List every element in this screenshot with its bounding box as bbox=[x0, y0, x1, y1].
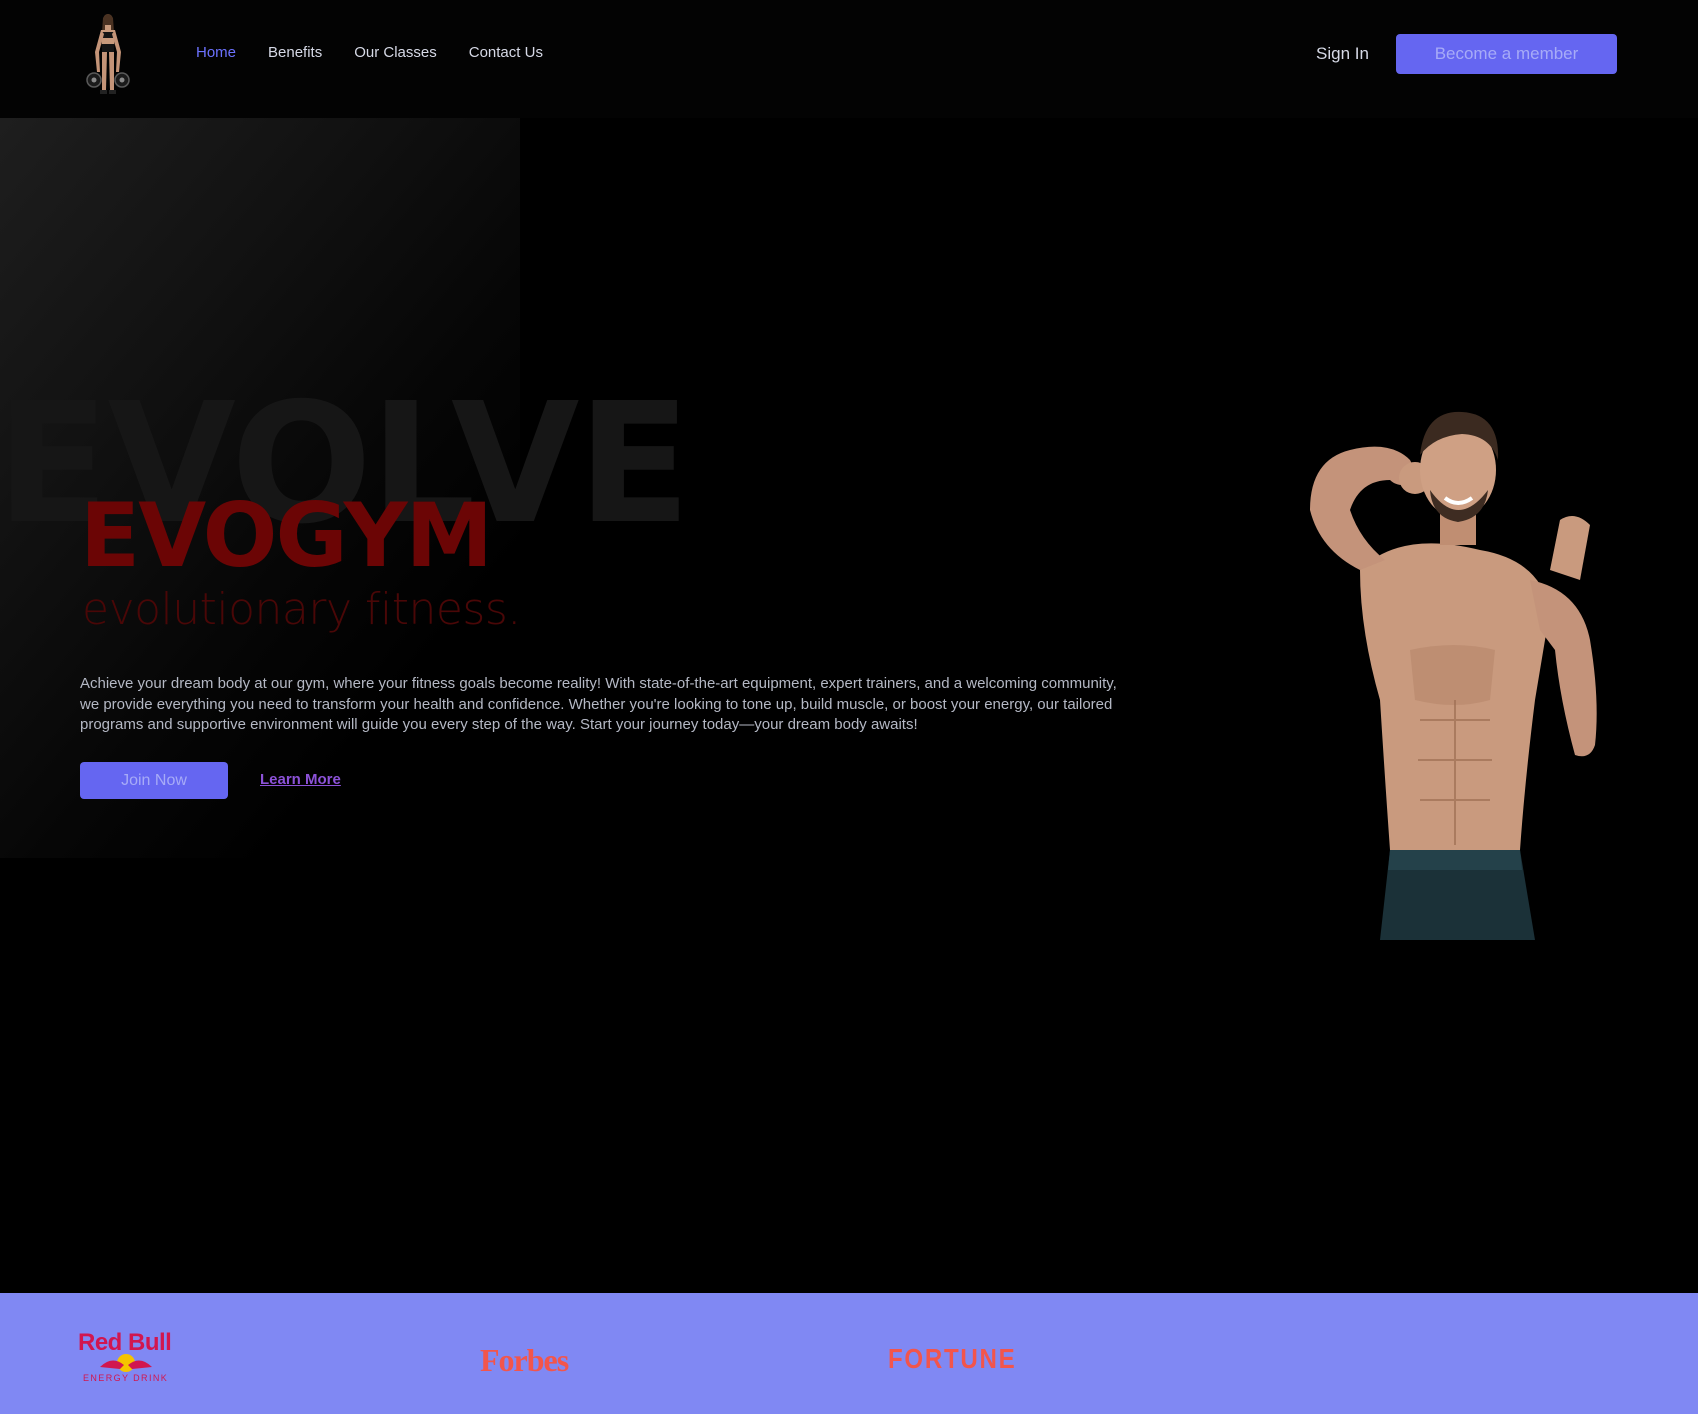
nav-link-contact-us[interactable]: Contact Us bbox=[469, 44, 543, 61]
nav-link-home[interactable]: Home bbox=[196, 44, 236, 61]
nav-links: Home Benefits Our Classes Contact Us bbox=[196, 44, 543, 61]
forbes-logo: Forbes bbox=[480, 1342, 569, 1378]
hero-brand-title: EVOGYM bbox=[80, 484, 493, 587]
fortune-logo: FORTUNE bbox=[888, 1343, 1017, 1374]
logo-image[interactable] bbox=[80, 12, 136, 96]
top-navbar: Home Benefits Our Classes Contact Us Sig… bbox=[0, 0, 1698, 118]
hero-tagline: evolutionary fitness. bbox=[82, 584, 521, 635]
sponsors-bar: Red Bull ENERGY DRINK Forbes FORTUNE bbox=[0, 1293, 1698, 1414]
hero-description: Achieve your dream body at our gym, wher… bbox=[80, 675, 1117, 733]
hero-athlete-image bbox=[1310, 411, 1597, 940]
sign-in-link[interactable]: Sign In bbox=[1316, 44, 1369, 64]
redbull-logo-subtitle: ENERGY DRINK bbox=[83, 1373, 169, 1383]
redbull-logo: Red Bull ENERGY DRINK bbox=[78, 1329, 174, 1385]
join-now-button[interactable]: Join Now bbox=[80, 762, 228, 799]
nav-link-benefits[interactable]: Benefits bbox=[268, 44, 322, 61]
learn-more-link[interactable]: Learn More bbox=[260, 771, 341, 788]
redbull-bulls-icon bbox=[100, 1354, 152, 1372]
nav-link-our-classes[interactable]: Our Classes bbox=[354, 44, 437, 61]
become-member-button[interactable]: Become a member bbox=[1396, 34, 1617, 74]
